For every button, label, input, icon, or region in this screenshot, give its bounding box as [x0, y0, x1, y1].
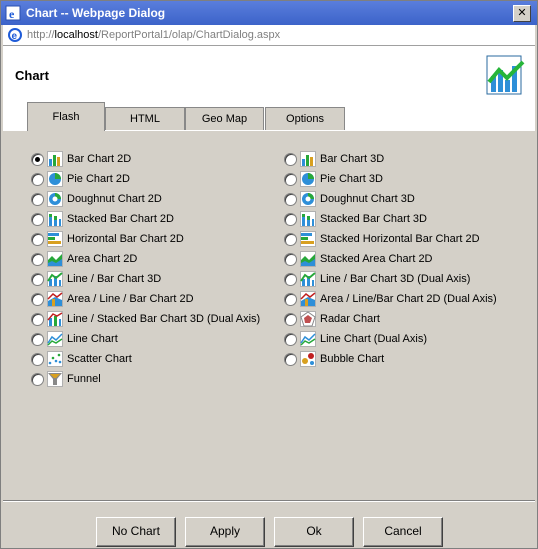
chart-option-label: Stacked Area Chart 2D [320, 253, 433, 265]
funnel-icon [47, 371, 63, 387]
ie-page-icon: e [5, 5, 21, 21]
chart-option-label: Bar Chart 2D [67, 153, 132, 165]
chart-option-label: Stacked Horizontal Bar Chart 2D [320, 233, 480, 245]
url-text: http://localhost/ReportPortal1/olap/Char… [27, 29, 281, 41]
ok-button[interactable]: Ok [274, 517, 354, 547]
stacked-bar-chart-icon [300, 211, 316, 227]
cancel-button[interactable]: Cancel [363, 517, 443, 547]
doughnut-chart-icon [300, 191, 316, 207]
radio-button[interactable] [31, 173, 44, 186]
window-title: Chart -- Webpage Dialog [26, 6, 166, 20]
doughnut-chart-icon [47, 191, 63, 207]
chart-option-label: Line Chart (Dual Axis) [320, 333, 427, 345]
area-chart-icon [47, 251, 63, 267]
radio-button[interactable] [284, 153, 297, 166]
chart-option-label: Horizontal Bar Chart 2D [67, 233, 184, 245]
radio-button[interactable] [31, 373, 44, 386]
scatter-chart-icon [47, 351, 63, 367]
address-bar: e http://localhost/ReportPortal1/olap/Ch… [3, 25, 535, 46]
radio-button[interactable] [284, 353, 297, 366]
chart-option-label: Stacked Bar Chart 2D [67, 213, 174, 225]
radar-chart-icon [300, 311, 316, 327]
close-icon: ✕ [517, 7, 527, 19]
chart-option-label: Pie Chart 2D [67, 173, 130, 185]
svg-text:e: e [9, 7, 15, 21]
radio-button[interactable] [284, 293, 297, 306]
chart-type-options: Bar Chart 2D Pie Chart 2D Doughnut Chart 2… [3, 130, 535, 501]
chart-option-label: Doughnut Chart 3D [320, 193, 415, 205]
pie-chart-icon [47, 171, 63, 187]
chart-option-label: Stacked Bar Chart 3D [320, 213, 427, 225]
chart-dialog-window: e Chart -- Webpage Dialog ✕ e http://loc… [0, 0, 538, 549]
title-bar: e Chart -- Webpage Dialog ✕ [1, 1, 537, 25]
bar-chart-icon [300, 151, 316, 167]
apply-button[interactable]: Apply [185, 517, 265, 547]
radio-button[interactable] [31, 293, 44, 306]
chart-option-label: Doughnut Chart 2D [67, 193, 162, 205]
radio-button[interactable] [31, 233, 44, 246]
radio-button[interactable] [284, 173, 297, 186]
chart-option-label: Line / Stacked Bar Chart 3D (Dual Axis) [67, 313, 261, 325]
chart-option-label: Funnel [67, 373, 101, 385]
line-chart-icon [47, 331, 63, 347]
area-chart-icon [300, 251, 316, 267]
chart-option-label: Area Chart 2D [67, 253, 138, 265]
horizontal-bar-chart-icon [300, 231, 316, 247]
divider [3, 500, 535, 502]
chart-option-label: Line / Bar Chart 3D [67, 273, 162, 285]
radio-button[interactable] [31, 313, 44, 326]
chart-option-label: Area / Line / Bar Chart 2D [67, 293, 194, 305]
stacked-bar-chart-icon [47, 211, 63, 227]
line-stacked-bar-chart-icon [47, 311, 63, 327]
radio-button[interactable] [284, 333, 297, 346]
chart-option-label: Line / Bar Chart 3D (Dual Axis) [320, 273, 471, 285]
chart-option-label: Scatter Chart [67, 353, 132, 365]
chart-option-label: Line Chart [67, 333, 118, 345]
horizontal-bar-chart-icon [47, 231, 63, 247]
radio-button[interactable] [31, 333, 44, 346]
radio-button[interactable] [31, 193, 44, 206]
tab-options[interactable]: Options [265, 107, 345, 130]
pie-chart-icon [300, 171, 316, 187]
chart-option-label: Bubble Chart [320, 353, 385, 365]
chart-option-label: Bar Chart 3D [320, 153, 385, 165]
radio-button[interactable] [284, 253, 297, 266]
tab-html[interactable]: HTML [105, 107, 185, 130]
radio-button[interactable] [284, 273, 297, 286]
radio-button[interactable] [31, 273, 44, 286]
area-line-bar-chart-icon [47, 291, 63, 307]
tab-flash[interactable]: Flash [27, 102, 105, 131]
radio-button[interactable] [31, 253, 44, 266]
radio-button[interactable] [31, 153, 44, 166]
ie-icon: e [8, 28, 22, 42]
radio-button[interactable] [31, 353, 44, 366]
radio-button[interactable] [284, 233, 297, 246]
tab-geo-map[interactable]: Geo Map [185, 107, 264, 130]
radio-button[interactable] [284, 313, 297, 326]
bar-chart-icon [47, 151, 63, 167]
radio-button[interactable] [31, 213, 44, 226]
chart-option-label: Radar Chart [320, 313, 380, 325]
chart-logo-icon [486, 55, 525, 95]
radio-button[interactable] [284, 213, 297, 226]
no-chart-button[interactable]: No Chart [96, 517, 176, 547]
line-chart-icon [300, 331, 316, 347]
line-bar-chart-icon [300, 271, 316, 287]
chart-option-label: Area / Line/Bar Chart 2D (Dual Axis) [320, 293, 497, 305]
close-button[interactable]: ✕ [513, 5, 531, 22]
chart-option-label: Pie Chart 3D [320, 173, 383, 185]
svg-text:e: e [12, 31, 18, 42]
line-bar-chart-icon [47, 271, 63, 287]
radio-button[interactable] [284, 193, 297, 206]
area-line-bar-chart-icon [300, 291, 316, 307]
page-title: Chart [15, 68, 49, 83]
bubble-chart-icon [300, 351, 316, 367]
